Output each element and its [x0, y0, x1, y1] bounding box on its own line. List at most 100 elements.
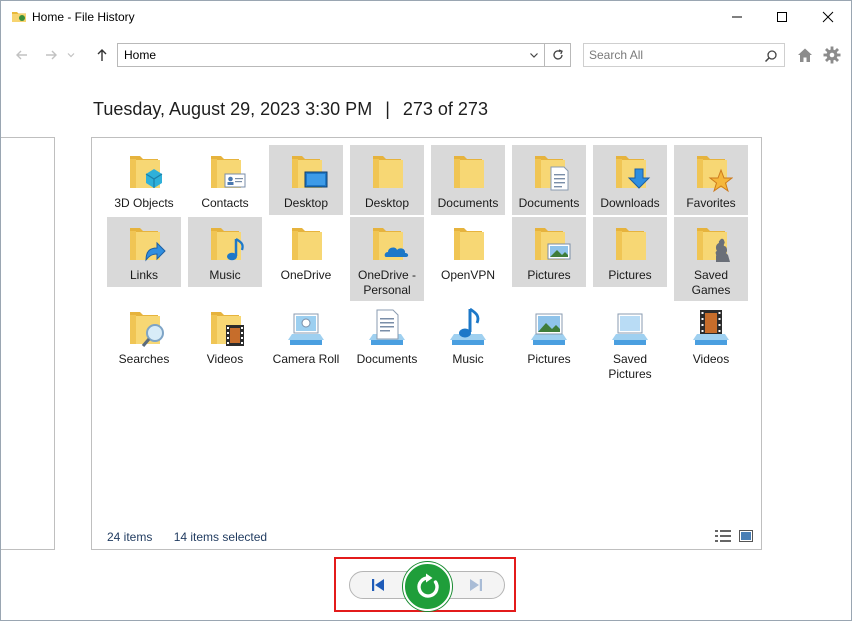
folder-icon: [365, 150, 409, 194]
grid-item[interactable]: Desktop: [269, 145, 343, 215]
grid-item[interactable]: Pictures: [512, 301, 586, 371]
grid-item-label: Documents: [356, 352, 418, 366]
close-button[interactable]: [805, 1, 851, 33]
library-camera-roll-icon: [284, 306, 328, 350]
grid-item[interactable]: Downloads: [593, 145, 667, 215]
library-videos-icon: [689, 306, 733, 350]
grid-item-label: Pictures: [608, 268, 652, 282]
maximize-icon: [777, 12, 787, 22]
forward-button[interactable]: [42, 46, 60, 64]
minimize-icon: [732, 16, 742, 18]
grid-item-label: Music: [452, 352, 484, 366]
refresh-button[interactable]: [544, 44, 570, 66]
grid-item-label: OneDrive - Personal: [357, 268, 416, 297]
grid-item[interactable]: Links: [107, 217, 181, 287]
folder-saved-games-icon: [689, 222, 733, 266]
restore-icon: [416, 573, 439, 598]
search-input[interactable]: [589, 47, 759, 63]
large-icons-view-icon[interactable]: [739, 530, 753, 542]
grid-item[interactable]: 3D Objects: [107, 145, 181, 215]
folder-icon: [284, 222, 328, 266]
grid-item[interactable]: Desktop: [350, 145, 424, 215]
grid-item[interactable]: Contacts: [188, 145, 262, 215]
grid-item[interactable]: Documents: [431, 145, 505, 215]
folder-3d-objects-icon: [122, 150, 166, 194]
skip-previous-icon: [372, 579, 384, 591]
grid-item-label: Pictures: [527, 268, 571, 282]
selected-count: 14 items selected: [173, 530, 268, 544]
up-button[interactable]: [93, 46, 111, 64]
grid-item-label: Documents: [437, 196, 499, 210]
folder-videos-icon: [203, 306, 247, 350]
previous-version-panel[interactable]: [1, 137, 55, 550]
grid-item[interactable]: Saved Pictures: [593, 301, 667, 381]
grid-item-label: Favorites: [686, 196, 736, 210]
restore-button[interactable]: [403, 562, 452, 611]
backup-date: Tuesday, August 29, 2023 3:30 PM: [93, 99, 373, 119]
folder-music-icon: [203, 222, 247, 266]
grid-item-label: Links: [129, 268, 158, 282]
previous-version-button[interactable]: [361, 574, 395, 596]
folder-onedrive-icon: [365, 222, 409, 266]
refresh-icon: [552, 49, 563, 60]
library-pictures-icon: [527, 306, 571, 350]
grid-item[interactable]: Saved Games: [674, 217, 748, 301]
gear-icon[interactable]: [823, 46, 841, 64]
folder-links-icon: [122, 222, 166, 266]
arrow-up-icon: [97, 49, 107, 61]
grid-item[interactable]: Music: [431, 301, 505, 371]
folder-desktop-icon: [284, 150, 328, 194]
back-button[interactable]: [13, 46, 31, 64]
grid-item[interactable]: Favorites: [674, 145, 748, 215]
home-icon[interactable]: [796, 46, 814, 64]
folder-icon: [608, 222, 652, 266]
grid-item[interactable]: Videos: [188, 301, 262, 371]
grid-item[interactable]: Videos: [674, 301, 748, 371]
grid-item-label: Saved Games: [691, 268, 731, 297]
navigation-bar: Home: [1, 39, 851, 71]
close-icon: [822, 11, 834, 23]
grid-item[interactable]: OneDrive: [269, 217, 343, 287]
grid-item[interactable]: Pictures: [593, 217, 667, 287]
next-version-button[interactable]: [459, 574, 493, 596]
grid-item[interactable]: Documents: [350, 301, 424, 371]
grid-item-label: Camera Roll: [272, 352, 340, 366]
chevron-down-icon: [67, 53, 75, 58]
address-dropdown-button[interactable]: [526, 44, 542, 66]
search-box[interactable]: [583, 43, 785, 67]
folder-icon: [446, 222, 490, 266]
minimize-button[interactable]: [714, 1, 760, 33]
folder-pictures-icon: [527, 222, 571, 266]
grid-item[interactable]: Searches: [107, 301, 181, 371]
arrow-right-icon: [46, 50, 57, 60]
grid-item-label: Desktop: [283, 196, 329, 210]
file-history-app-icon: [12, 12, 26, 22]
grid-item-label: Desktop: [364, 196, 410, 210]
grid-item[interactable]: Documents: [512, 145, 586, 215]
details-view-icon[interactable]: [715, 530, 731, 542]
file-history-window: Home - File History Home Search All Tues…: [0, 0, 852, 621]
grid-item[interactable]: Music: [188, 217, 262, 287]
grid-item-label: Videos: [206, 352, 244, 366]
maximize-button[interactable]: [759, 1, 805, 33]
address-bar[interactable]: Home: [117, 43, 571, 67]
grid-item-label: Pictures: [527, 352, 571, 366]
folder-favorites-icon: [689, 150, 734, 194]
grid-item[interactable]: OpenVPN: [431, 217, 505, 287]
heading-separator: |: [385, 99, 390, 119]
grid-item-label: OneDrive: [280, 268, 332, 282]
search-icon: [764, 50, 777, 63]
grid-item[interactable]: Camera Roll: [269, 301, 343, 371]
grid-item-label: OpenVPN: [440, 268, 496, 282]
grid-item-label: Saved Pictures: [608, 352, 652, 381]
folder-icon: [446, 150, 490, 194]
library-saved-pictures-icon: [608, 306, 652, 350]
grid-item-label: Videos: [692, 352, 730, 366]
grid-item-label: Music: [209, 268, 241, 282]
window-title: Home - File History: [32, 10, 135, 24]
recent-locations-button[interactable]: [65, 46, 77, 64]
grid-item-label: Contacts: [201, 196, 249, 210]
folder-searches-icon: [122, 306, 166, 350]
grid-item[interactable]: Pictures: [512, 217, 586, 287]
grid-item[interactable]: OneDrive - Personal: [350, 217, 424, 301]
